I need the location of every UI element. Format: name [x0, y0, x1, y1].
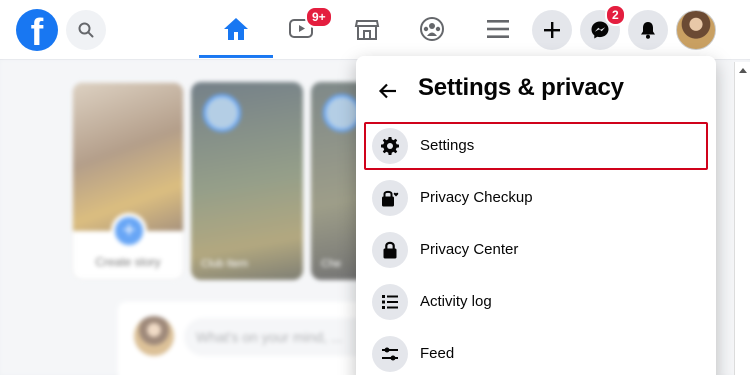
list-icon	[372, 284, 408, 320]
marketplace-icon	[354, 20, 380, 40]
sliders-icon	[372, 336, 408, 372]
menu-item-privacy-checkup[interactable]: Privacy Checkup	[364, 174, 708, 222]
groups-icon	[420, 17, 444, 41]
tab-home[interactable]	[199, 0, 273, 58]
back-arrow-icon	[378, 83, 396, 99]
facebook-logo[interactable]: f	[16, 9, 58, 54]
back-button[interactable]	[374, 76, 404, 106]
lock-heart-icon	[372, 180, 408, 216]
menu-item-label: Privacy Center	[420, 241, 519, 258]
menu-item-settings[interactable]: Settings	[364, 122, 708, 170]
menu-item-label: Privacy Checkup	[420, 189, 533, 206]
panel-header: Settings & privacy	[356, 56, 716, 122]
menu-item-privacy-center[interactable]: Privacy Center	[364, 226, 708, 274]
messenger-badge: 2	[605, 4, 626, 26]
tab-groups[interactable]	[395, 0, 469, 58]
gear-icon	[372, 128, 408, 164]
home-icon	[224, 18, 248, 40]
facebook-logo-letter: f	[30, 12, 44, 54]
panel-title: Settings & privacy	[418, 74, 624, 101]
top-navigation-bar: f 9+ 2	[0, 0, 750, 60]
tab-watch[interactable]: 9+	[264, 0, 338, 58]
menu-item-feed[interactable]: Feed	[364, 330, 708, 375]
bell-icon	[641, 22, 655, 39]
scrollbar[interactable]	[734, 62, 750, 375]
create-button[interactable]	[532, 10, 572, 50]
menu-item-label: Activity log	[420, 293, 492, 310]
lock-icon	[372, 232, 408, 268]
notifications-button[interactable]	[628, 10, 668, 50]
search-button[interactable]	[66, 10, 106, 50]
menu-item-activity-log[interactable]: Activity log	[364, 278, 708, 326]
settings-privacy-panel: Settings & privacy Settings Privacy Chec…	[356, 56, 716, 375]
menu-item-label: Settings	[420, 137, 475, 154]
profile-avatar[interactable]	[676, 10, 716, 50]
messenger-button[interactable]: 2	[580, 4, 626, 50]
menu-item-label: Feed	[420, 345, 455, 362]
plus-icon	[544, 22, 560, 38]
hamburger-menu-icon	[487, 20, 509, 38]
scroll-up-arrow-icon[interactable]	[739, 68, 747, 73]
search-icon	[78, 22, 94, 38]
watch-badge: 9+	[305, 6, 333, 28]
tab-marketplace[interactable]	[330, 0, 404, 58]
tab-menu[interactable]	[461, 0, 535, 58]
